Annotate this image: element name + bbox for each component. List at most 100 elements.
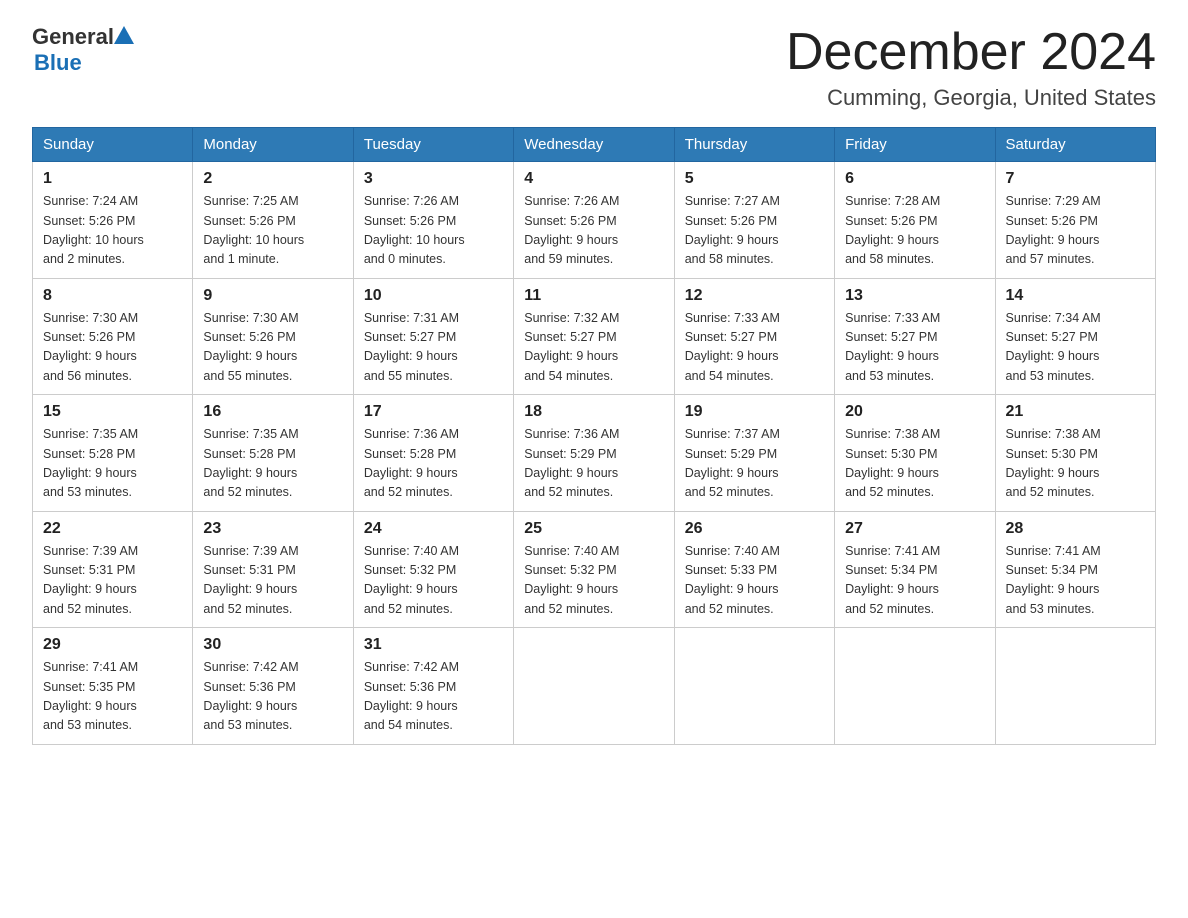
calendar-cell: 21 Sunrise: 7:38 AMSunset: 5:30 PMDayligh… <box>995 395 1155 512</box>
day-info: Sunrise: 7:36 AMSunset: 5:29 PMDaylight:… <box>524 425 663 503</box>
column-header-tuesday: Tuesday <box>353 128 513 162</box>
calendar-cell: 20 Sunrise: 7:38 AMSunset: 5:30 PMDayligh… <box>835 395 995 512</box>
calendar-cell <box>514 628 674 745</box>
day-info: Sunrise: 7:26 AMSunset: 5:26 PMDaylight:… <box>364 192 503 270</box>
calendar-cell: 14 Sunrise: 7:34 AMSunset: 5:27 PMDayligh… <box>995 278 1155 395</box>
calendar-week-row: 22Sunrise: 7:39 AMSunset: 5:31 PMDayligh… <box>33 511 1156 628</box>
logo-general-text: General <box>32 24 114 50</box>
day-info: Sunrise: 7:41 AMSunset: 5:35 PMDaylight:… <box>43 658 182 736</box>
calendar-cell: 13 Sunrise: 7:33 AMSunset: 5:27 PMDayligh… <box>835 278 995 395</box>
day-number: 19 <box>685 403 824 421</box>
day-info: Sunrise: 7:39 AMSunset: 5:31 PMDaylight:… <box>43 542 182 620</box>
day-number: 11 <box>524 287 663 305</box>
calendar-cell: 4 Sunrise: 7:26 AMSunset: 5:26 PMDaylight… <box>514 162 674 279</box>
day-number: 29 <box>43 636 182 654</box>
day-info: Sunrise: 7:25 AMSunset: 5:26 PMDaylight:… <box>203 192 342 270</box>
calendar-cell <box>674 628 834 745</box>
calendar-cell: 5 Sunrise: 7:27 AMSunset: 5:26 PMDaylight… <box>674 162 834 279</box>
day-number: 18 <box>524 403 663 421</box>
day-info: Sunrise: 7:42 AMSunset: 5:36 PMDaylight:… <box>203 658 342 736</box>
calendar-title: December 2024 <box>786 24 1156 81</box>
day-number: 1 <box>43 170 182 188</box>
day-number: 7 <box>1006 170 1145 188</box>
day-number: 13 <box>845 287 984 305</box>
calendar-cell <box>835 628 995 745</box>
day-info: Sunrise: 7:30 AMSunset: 5:26 PMDaylight:… <box>203 309 342 387</box>
calendar-cell: 9Sunrise: 7:30 AMSunset: 5:26 PMDaylight… <box>193 278 353 395</box>
day-info: Sunrise: 7:39 AMSunset: 5:31 PMDaylight:… <box>203 542 342 620</box>
calendar-cell: 18 Sunrise: 7:36 AMSunset: 5:29 PMDayligh… <box>514 395 674 512</box>
calendar-cell: 28Sunrise: 7:41 AMSunset: 5:34 PMDayligh… <box>995 511 1155 628</box>
day-info: Sunrise: 7:28 AMSunset: 5:26 PMDaylight:… <box>845 192 984 270</box>
day-info: Sunrise: 7:41 AMSunset: 5:34 PMDaylight:… <box>845 542 984 620</box>
calendar-cell: 22Sunrise: 7:39 AMSunset: 5:31 PMDayligh… <box>33 511 193 628</box>
day-info: Sunrise: 7:40 AMSunset: 5:32 PMDaylight:… <box>524 542 663 620</box>
day-info: Sunrise: 7:40 AMSunset: 5:32 PMDaylight:… <box>364 542 503 620</box>
day-number: 12 <box>685 287 824 305</box>
calendar-cell: 23 Sunrise: 7:39 AMSunset: 5:31 PMDayligh… <box>193 511 353 628</box>
calendar-cell: 25 Sunrise: 7:40 AMSunset: 5:32 PMDayligh… <box>514 511 674 628</box>
day-info: Sunrise: 7:37 AMSunset: 5:29 PMDaylight:… <box>685 425 824 503</box>
calendar-cell: 19 Sunrise: 7:37 AMSunset: 5:29 PMDayligh… <box>674 395 834 512</box>
column-header-wednesday: Wednesday <box>514 128 674 162</box>
calendar-cell: 24 Sunrise: 7:40 AMSunset: 5:32 PMDayligh… <box>353 511 513 628</box>
day-info: Sunrise: 7:41 AMSunset: 5:34 PMDaylight:… <box>1006 542 1145 620</box>
day-info: Sunrise: 7:26 AMSunset: 5:26 PMDaylight:… <box>524 192 663 270</box>
day-number: 14 <box>1006 287 1145 305</box>
calendar-week-row: 15 Sunrise: 7:35 AMSunset: 5:28 PMDayligh… <box>33 395 1156 512</box>
column-header-saturday: Saturday <box>995 128 1155 162</box>
calendar-cell: 8 Sunrise: 7:30 AMSunset: 5:26 PMDaylight… <box>33 278 193 395</box>
day-number: 10 <box>364 287 503 305</box>
day-info: Sunrise: 7:33 AMSunset: 5:27 PMDaylight:… <box>685 309 824 387</box>
day-number: 24 <box>364 520 503 538</box>
calendar-cell: 27Sunrise: 7:41 AMSunset: 5:34 PMDayligh… <box>835 511 995 628</box>
column-header-monday: Monday <box>193 128 353 162</box>
day-number: 2 <box>203 170 342 188</box>
day-info: Sunrise: 7:35 AMSunset: 5:28 PMDaylight:… <box>203 425 342 503</box>
column-header-sunday: Sunday <box>33 128 193 162</box>
day-info: Sunrise: 7:40 AMSunset: 5:33 PMDaylight:… <box>685 542 824 620</box>
day-number: 15 <box>43 403 182 421</box>
calendar-week-row: 8 Sunrise: 7:30 AMSunset: 5:26 PMDaylight… <box>33 278 1156 395</box>
calendar-cell: 2 Sunrise: 7:25 AMSunset: 5:26 PMDaylight… <box>193 162 353 279</box>
day-info: Sunrise: 7:33 AMSunset: 5:27 PMDaylight:… <box>845 309 984 387</box>
day-number: 25 <box>524 520 663 538</box>
day-info: Sunrise: 7:32 AMSunset: 5:27 PMDaylight:… <box>524 309 663 387</box>
day-info: Sunrise: 7:38 AMSunset: 5:30 PMDaylight:… <box>845 425 984 503</box>
calendar-cell: 17Sunrise: 7:36 AMSunset: 5:28 PMDayligh… <box>353 395 513 512</box>
day-info: Sunrise: 7:36 AMSunset: 5:28 PMDaylight:… <box>364 425 503 503</box>
day-number: 30 <box>203 636 342 654</box>
calendar-cell: 30 Sunrise: 7:42 AMSunset: 5:36 PMDayligh… <box>193 628 353 745</box>
calendar-cell: 11 Sunrise: 7:32 AMSunset: 5:27 PMDayligh… <box>514 278 674 395</box>
calendar-cell: 1 Sunrise: 7:24 AMSunset: 5:26 PMDaylight… <box>33 162 193 279</box>
day-number: 31 <box>364 636 503 654</box>
calendar-cell: 7Sunrise: 7:29 AMSunset: 5:26 PMDaylight… <box>995 162 1155 279</box>
calendar-cell <box>995 628 1155 745</box>
calendar-cell: 10 Sunrise: 7:31 AMSunset: 5:27 PMDayligh… <box>353 278 513 395</box>
title-block: December 2024 Cumming, Georgia, United S… <box>786 24 1156 111</box>
calendar-cell: 16Sunrise: 7:35 AMSunset: 5:28 PMDayligh… <box>193 395 353 512</box>
day-info: Sunrise: 7:38 AMSunset: 5:30 PMDaylight:… <box>1006 425 1145 503</box>
day-number: 4 <box>524 170 663 188</box>
calendar-cell: 12 Sunrise: 7:33 AMSunset: 5:27 PMDayligh… <box>674 278 834 395</box>
calendar-cell: 3 Sunrise: 7:26 AMSunset: 5:26 PMDaylight… <box>353 162 513 279</box>
calendar-table: SundayMondayTuesdayWednesdayThursdayFrid… <box>32 127 1156 745</box>
day-info: Sunrise: 7:34 AMSunset: 5:27 PMDaylight:… <box>1006 309 1145 387</box>
day-info: Sunrise: 7:30 AMSunset: 5:26 PMDaylight:… <box>43 309 182 387</box>
day-number: 5 <box>685 170 824 188</box>
day-info: Sunrise: 7:35 AMSunset: 5:28 PMDaylight:… <box>43 425 182 503</box>
day-number: 8 <box>43 287 182 305</box>
day-info: Sunrise: 7:42 AMSunset: 5:36 PMDaylight:… <box>364 658 503 736</box>
page-header: General Blue December 2024 Cumming, Geor… <box>32 24 1156 111</box>
calendar-cell: 29 Sunrise: 7:41 AMSunset: 5:35 PMDayligh… <box>33 628 193 745</box>
calendar-header-row: SundayMondayTuesdayWednesdayThursdayFrid… <box>33 128 1156 162</box>
day-number: 23 <box>203 520 342 538</box>
day-info: Sunrise: 7:31 AMSunset: 5:27 PMDaylight:… <box>364 309 503 387</box>
day-info: Sunrise: 7:24 AMSunset: 5:26 PMDaylight:… <box>43 192 182 270</box>
day-info: Sunrise: 7:27 AMSunset: 5:26 PMDaylight:… <box>685 192 824 270</box>
column-header-friday: Friday <box>835 128 995 162</box>
day-number: 20 <box>845 403 984 421</box>
day-number: 3 <box>364 170 503 188</box>
day-number: 21 <box>1006 403 1145 421</box>
calendar-subtitle: Cumming, Georgia, United States <box>786 85 1156 111</box>
